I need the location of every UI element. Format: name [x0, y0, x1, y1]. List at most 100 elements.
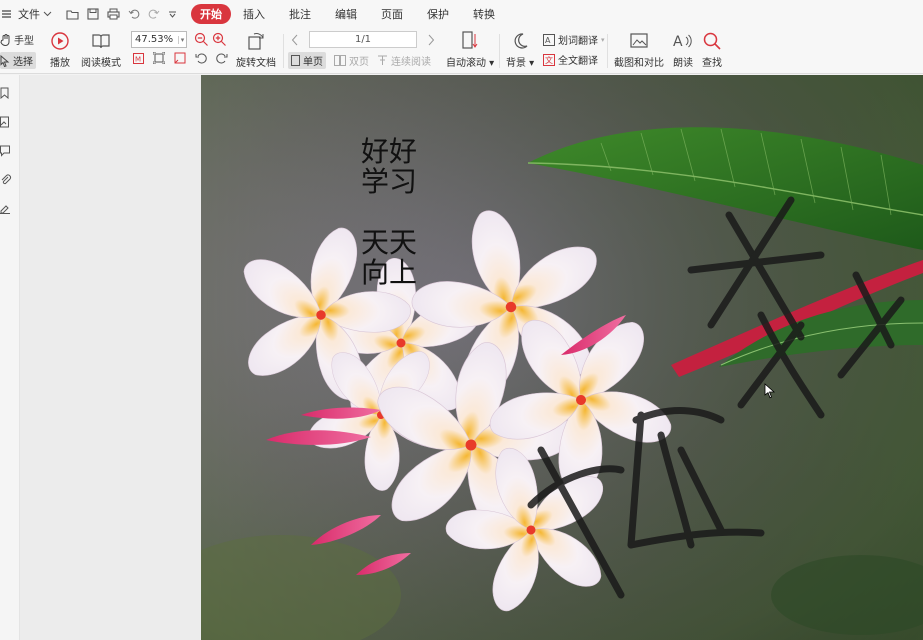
attachment-icon[interactable] [0, 174, 12, 186]
rotate-right-icon[interactable] [216, 52, 228, 64]
screenshot-icon [630, 33, 648, 48]
read-aloud-icon: A [673, 34, 692, 50]
file-menu-label: 文件 [18, 8, 40, 21]
actual-size-icon[interactable]: M [133, 52, 144, 64]
rotate-left-icon[interactable] [195, 52, 207, 64]
toolbar-divider [283, 34, 284, 68]
auto-scroll-label: 自动滚动 ▾ [446, 58, 495, 69]
tab-edit[interactable]: 编辑 [323, 4, 369, 24]
menu-bar: 文件 开始 插入 批注 编辑 页面 保护 转换 [0, 0, 923, 28]
translate-icon: A [543, 33, 555, 46]
flower-photo [201, 75, 923, 640]
moon-icon [514, 33, 528, 49]
tab-protect[interactable]: 保护 [415, 4, 461, 24]
zoom-out-icon[interactable] [194, 32, 209, 47]
ribbon-tabs: 开始 插入 批注 编辑 页面 保护 转换 [191, 4, 507, 24]
search-icon [703, 32, 721, 50]
text-line: 好好 [361, 135, 418, 168]
document-page[interactable]: 好好 学习 天天 向上 [201, 75, 923, 640]
full-translate-label: 全文翻译 [558, 56, 598, 67]
fit-page-icon[interactable] [153, 52, 165, 64]
single-page-label: 单页 [303, 57, 323, 68]
read-aloud-label: 朗读 [673, 58, 693, 69]
page-number-input[interactable]: 1/1 [309, 31, 417, 48]
text-line: 天天 [361, 226, 418, 259]
save-icon[interactable] [87, 8, 99, 20]
double-page-label: 双页 [349, 57, 369, 68]
redo-icon[interactable] [148, 8, 160, 20]
select-tool-button[interactable]: 选择 [0, 52, 36, 69]
zoom-in-icon[interactable] [212, 32, 227, 47]
print-icon[interactable] [107, 8, 120, 20]
full-translate-button[interactable]: 文 全文翻译 [543, 52, 598, 67]
rotate-document-label: 旋转文档 [236, 58, 276, 69]
read-mode-button[interactable]: 阅读模式 [81, 31, 121, 69]
undo-icon[interactable] [128, 8, 140, 20]
screenshot-compare-button[interactable]: 截图和对比 [614, 31, 664, 69]
play-button[interactable]: 播放 [50, 31, 70, 69]
tab-insert[interactable]: 插入 [231, 4, 277, 24]
cursor-icon [0, 54, 10, 67]
tab-convert[interactable]: 转换 [461, 4, 507, 24]
chevron-down-icon [43, 11, 52, 17]
svg-text:M: M [135, 55, 141, 63]
rotate-document-icon [248, 33, 264, 50]
background-label: 背景 ▾ [506, 58, 535, 69]
book-icon [92, 34, 110, 49]
customize-quick-access-icon[interactable] [168, 10, 177, 19]
double-page-button[interactable]: 双页 [334, 53, 369, 68]
rotate-document-button[interactable]: 旋转文档 [236, 31, 276, 69]
page-layout-modes: 单页 双页 连续阅读 [288, 52, 431, 69]
zoom-controls: 47.53% ▾ [131, 31, 227, 48]
svg-text:A: A [673, 34, 683, 50]
background-button[interactable]: 背景 ▾ [506, 31, 534, 69]
text-line: 向上 [361, 256, 418, 289]
tab-start[interactable]: 开始 [191, 4, 231, 24]
hand-tool-label: 手型 [14, 36, 34, 47]
zoom-select[interactable]: 47.53% ▾ [131, 31, 187, 48]
document-text-lower: 天天 向上 [361, 228, 425, 288]
thumbnail-pane [20, 75, 201, 640]
single-page-button[interactable]: 单页 [288, 52, 326, 69]
tab-annotate[interactable]: 批注 [277, 4, 323, 24]
fit-width-icon[interactable] [174, 52, 186, 64]
select-tool-label: 选择 [13, 57, 33, 68]
open-folder-icon[interactable] [66, 9, 79, 20]
chevron-down-icon: ▾ [601, 35, 605, 44]
next-page-icon[interactable] [427, 34, 435, 46]
continuous-read-label: 连续阅读 [391, 57, 431, 68]
hand-icon [0, 33, 10, 46]
tab-page[interactable]: 页面 [369, 4, 415, 24]
comment-icon[interactable] [0, 145, 12, 157]
continuous-read-icon [378, 55, 387, 65]
svg-text:A: A [545, 36, 551, 45]
bookmark-icon[interactable] [0, 87, 12, 99]
continuous-read-button[interactable]: 连续阅读 [377, 53, 431, 68]
auto-scroll-icon [462, 31, 478, 49]
navigation-sidebar [0, 75, 20, 640]
toolbar-divider [499, 34, 500, 68]
previous-page-icon[interactable] [291, 34, 299, 46]
auto-scroll-button[interactable]: 自动滚动 ▾ [446, 31, 494, 69]
menu-icon[interactable] [0, 9, 14, 19]
read-mode-label: 阅读模式 [81, 58, 121, 69]
find-label: 查找 [702, 58, 722, 69]
document-text-upper: 好好 学习 [361, 137, 425, 197]
play-label: 播放 [50, 58, 70, 69]
page-number-value: 1/1 [354, 34, 372, 45]
file-menu[interactable]: 文件 [18, 6, 52, 22]
zoom-value: 47.53% [135, 34, 174, 45]
page-navigation: 1/1 [291, 31, 435, 48]
hand-tool-button[interactable]: 手型 [0, 32, 34, 47]
thumbnail-icon[interactable] [0, 116, 12, 128]
single-page-icon [291, 55, 300, 66]
word-translate-label: 划词翻译 [558, 36, 598, 47]
chevron-down-icon: ▾ [178, 35, 186, 44]
svg-text:文: 文 [545, 55, 553, 65]
find-button[interactable]: 查找 [702, 31, 722, 69]
view-fit-controls: M [133, 52, 228, 64]
signature-icon[interactable] [0, 202, 12, 214]
read-aloud-button[interactable]: A 朗读 [673, 31, 693, 69]
toolbar-divider [607, 34, 608, 68]
word-translate-button[interactable]: A 划词翻译 ▾ [543, 32, 605, 47]
